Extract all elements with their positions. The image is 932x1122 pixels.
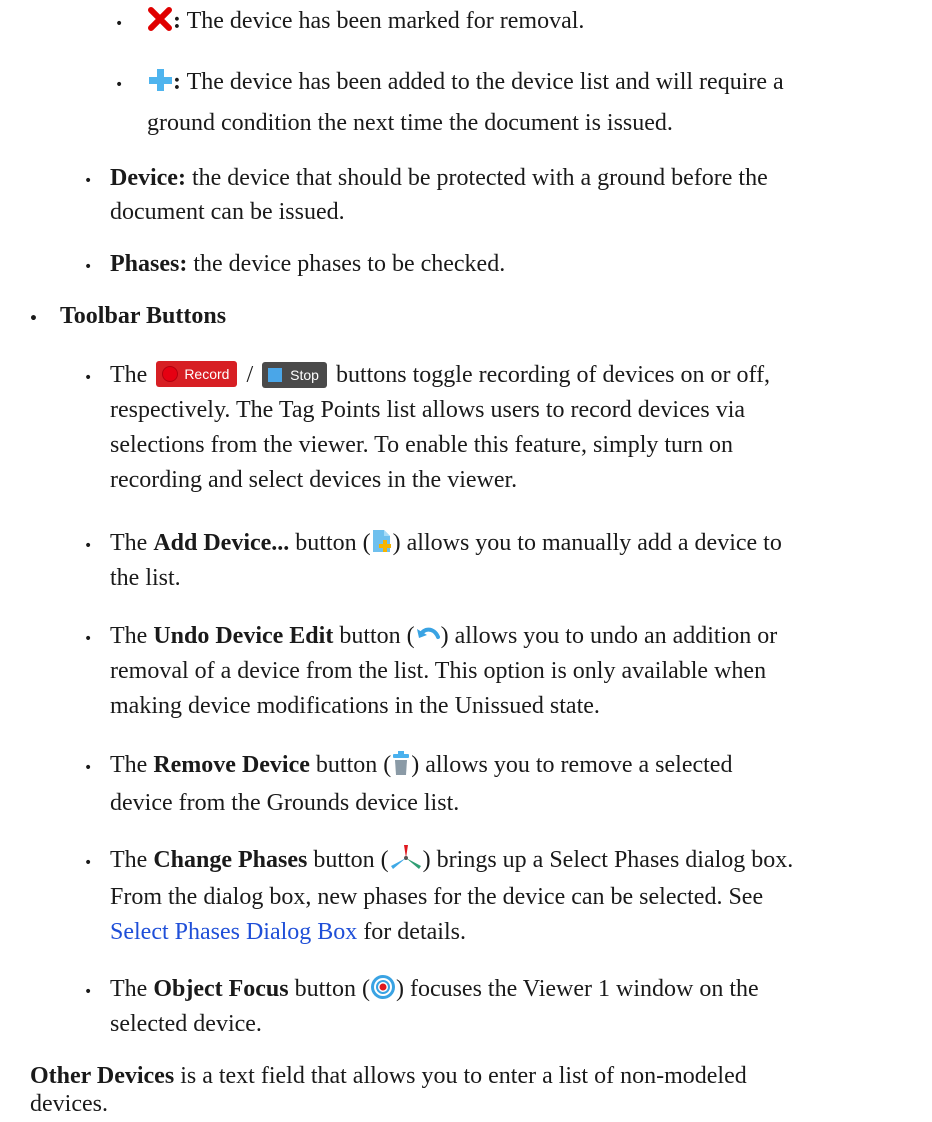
bullet: • <box>84 855 93 871</box>
record-button: Record <box>156 361 238 387</box>
change-phases-line3: Select Phases Dialog Box for details. <box>110 919 466 945</box>
bullet: • <box>84 173 93 189</box>
remove-device-line2: device from the Grounds device list. <box>110 790 460 816</box>
bullet: • <box>115 16 124 32</box>
add-device-paragraph: The Add Device... button ( ) allows you … <box>110 526 782 565</box>
target-icon <box>370 974 396 1011</box>
remove-device-paragraph: The Remove Device button ( ) allows you … <box>110 748 732 787</box>
other-devices-paragraph: Other Devices is a text field that allow… <box>30 1063 747 1089</box>
toolbar-buttons-heading: Toolbar Buttons <box>60 303 227 329</box>
undo-device-paragraph: The Undo Device Edit button ( ) allows y… <box>110 619 777 658</box>
trash-icon <box>391 750 411 787</box>
bullet: • <box>84 370 93 386</box>
phases-icon <box>389 843 423 882</box>
record-dot-icon <box>162 366 179 382</box>
status-item-added: : The device has been added to the devic… <box>147 65 784 104</box>
column-device-line2: document can be issued. <box>110 199 345 225</box>
bullet: • <box>29 311 38 327</box>
record-stop-line2: respectively. The Tag Points list allows… <box>110 397 746 423</box>
change-phases-paragraph: The Change Phases button ( ) brings up a… <box>110 843 793 882</box>
add-device-icon <box>371 528 393 565</box>
undo-device-line3: making device modifications in the Uniss… <box>110 693 600 719</box>
stop-button: Stop <box>262 362 327 388</box>
change-phases-line2: From the dialog box, new phases for the … <box>110 884 764 910</box>
red-x-icon <box>147 6 173 43</box>
undo-icon <box>415 623 441 658</box>
object-focus-line2: selected device. <box>110 1011 262 1037</box>
bullet: • <box>84 259 93 275</box>
bullet: • <box>84 984 93 1000</box>
blue-plus-icon <box>147 67 173 104</box>
other-devices-line2: devices. <box>30 1091 108 1117</box>
bullet: • <box>84 538 93 554</box>
column-phases: Phases: the device phases to be checked. <box>110 251 506 277</box>
status-item-removed: : The device has been marked for removal… <box>147 4 584 43</box>
bullet: • <box>115 77 124 93</box>
select-phases-link[interactable]: Select Phases Dialog Box <box>110 919 357 945</box>
bullet: • <box>84 631 93 647</box>
record-stop-line3: selections from the viewer. To enable th… <box>110 432 734 458</box>
record-stop-line4: recording and select devices in the view… <box>110 467 518 493</box>
object-focus-paragraph: The Object Focus button ( ) focuses the … <box>110 972 759 1011</box>
stop-square-icon <box>268 368 283 382</box>
undo-device-line2: removal of a device from the list. This … <box>110 658 767 684</box>
bullet: • <box>84 760 93 776</box>
column-device: Device: the device that should be protec… <box>110 165 768 191</box>
status-item-added-line2: ground condition the next time the docum… <box>147 110 673 136</box>
add-device-line2: the list. <box>110 565 181 591</box>
record-stop-paragraph: The Record / Stop buttons toggle recording… <box>110 361 771 388</box>
